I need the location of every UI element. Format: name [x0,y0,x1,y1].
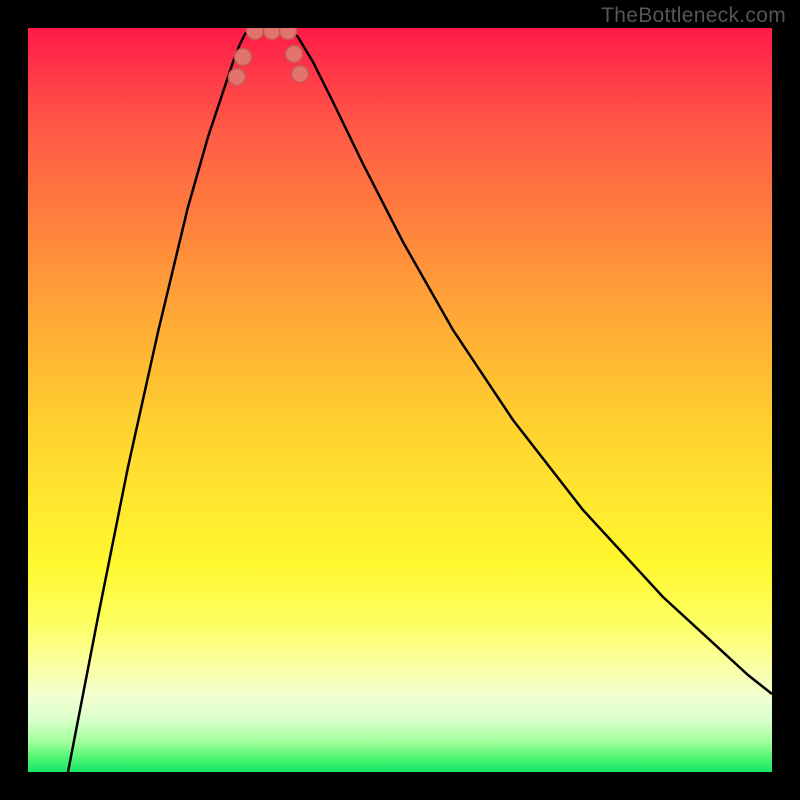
left-curve-marker-top [229,69,246,86]
plot-area [28,28,772,772]
watermark-text: TheBottleneck.com [601,4,786,28]
bottom-marker-mid [264,28,281,40]
bottom-marker-right [280,28,297,40]
bottom-marker-left [247,28,264,40]
right-curve-marker-top [292,66,309,83]
right-curve-marker-bottom [286,46,303,63]
chart-frame: TheBottleneck.com [0,0,800,800]
right-curve [288,28,772,694]
left-curve-marker-bottom [235,49,252,66]
curves-svg [28,28,772,772]
left-curve [68,28,256,772]
